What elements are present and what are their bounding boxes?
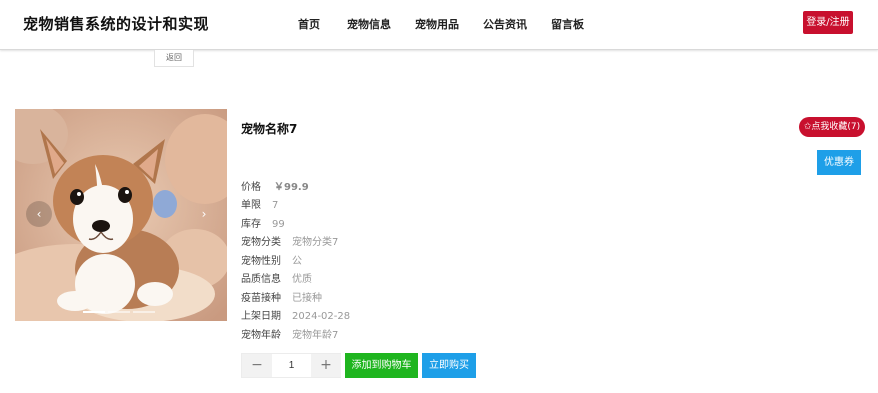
nav-pet-supplies[interactable]: 宠物用品 <box>415 16 459 32</box>
attr-category-value: 宠物分类7 <box>292 237 339 248</box>
carousel-next-arrow[interactable]: › <box>191 201 217 227</box>
attr-stock-label: 库存 <box>241 219 261 230</box>
carousel-dot-1[interactable] <box>83 311 105 313</box>
attr-stock-value: 99 <box>272 219 285 230</box>
attr-price-value: ￥99.9 <box>274 182 309 193</box>
attr-category: 宠物分类 宠物分类7 <box>241 236 338 250</box>
attr-gender: 宠物性别 公 <box>241 255 302 269</box>
attr-price-label: 价格 <box>241 182 261 193</box>
attr-quality-value: 优质 <box>292 274 312 285</box>
buy-now-button[interactable]: 立即购买 <box>422 353 476 378</box>
site-title[interactable]: 宠物销售系统的设计和实现 <box>23 13 209 34</box>
nav-home[interactable]: 首页 <box>298 16 320 32</box>
attr-age: 宠物年龄 宠物年龄7 <box>241 329 338 343</box>
attr-quality: 品质信息 优质 <box>241 273 312 287</box>
nav-announcements[interactable]: 公告资讯 <box>483 16 527 32</box>
attr-price: 价格 ￥99.9 <box>241 181 309 195</box>
decrease-quantity-button[interactable]: − <box>242 354 272 377</box>
carousel-dot-3[interactable] <box>133 311 155 313</box>
attr-limit-value: 7 <box>272 200 279 211</box>
nav-pet-info[interactable]: 宠物信息 <box>347 16 391 32</box>
quantity-stepper: − + <box>241 353 341 378</box>
product-image-carousel[interactable]: ‹ › <box>15 109 227 321</box>
attr-stock: 库存 99 <box>241 218 285 232</box>
coupon-button[interactable]: 优惠券 <box>817 150 861 175</box>
back-button[interactable]: 返回 <box>154 50 194 67</box>
carousel-prev-arrow[interactable]: ‹ <box>26 201 52 227</box>
carousel-dot-2[interactable] <box>108 311 130 313</box>
nav-message-board[interactable]: 留言板 <box>551 16 584 32</box>
attr-limit: 单限 7 <box>241 199 278 213</box>
attr-age-label: 宠物年龄 <box>241 330 281 341</box>
favorite-button[interactable]: ✩点我收藏(7) <box>799 117 865 137</box>
login-register-button[interactable]: 登录/注册 <box>803 11 853 34</box>
attr-category-label: 宠物分类 <box>241 237 281 248</box>
attr-limit-label: 单限 <box>241 200 261 211</box>
attr-listing-date-value: 2024-02-28 <box>292 311 351 322</box>
attr-quality-label: 品质信息 <box>241 274 281 285</box>
attr-listing-date: 上架日期 2024-02-28 <box>241 310 350 324</box>
attr-vaccine-label: 疫苗接种 <box>241 293 281 304</box>
product-name: 宠物名称7 <box>241 122 298 136</box>
increase-quantity-button[interactable]: + <box>311 354 341 377</box>
attr-vaccine-value: 已接种 <box>292 293 322 304</box>
top-navbar: 宠物销售系统的设计和实现 首页 宠物信息 宠物用品 公告资讯 留言板 登录/注册 <box>0 0 878 50</box>
quantity-input[interactable] <box>272 354 311 377</box>
add-to-cart-button[interactable]: 添加到购物车 <box>345 353 418 378</box>
attr-gender-label: 宠物性别 <box>241 256 281 267</box>
attr-age-value: 宠物年龄7 <box>292 330 339 341</box>
attr-vaccine: 疫苗接种 已接种 <box>241 292 322 306</box>
attr-gender-value: 公 <box>292 256 302 267</box>
attr-listing-date-label: 上架日期 <box>241 311 281 322</box>
